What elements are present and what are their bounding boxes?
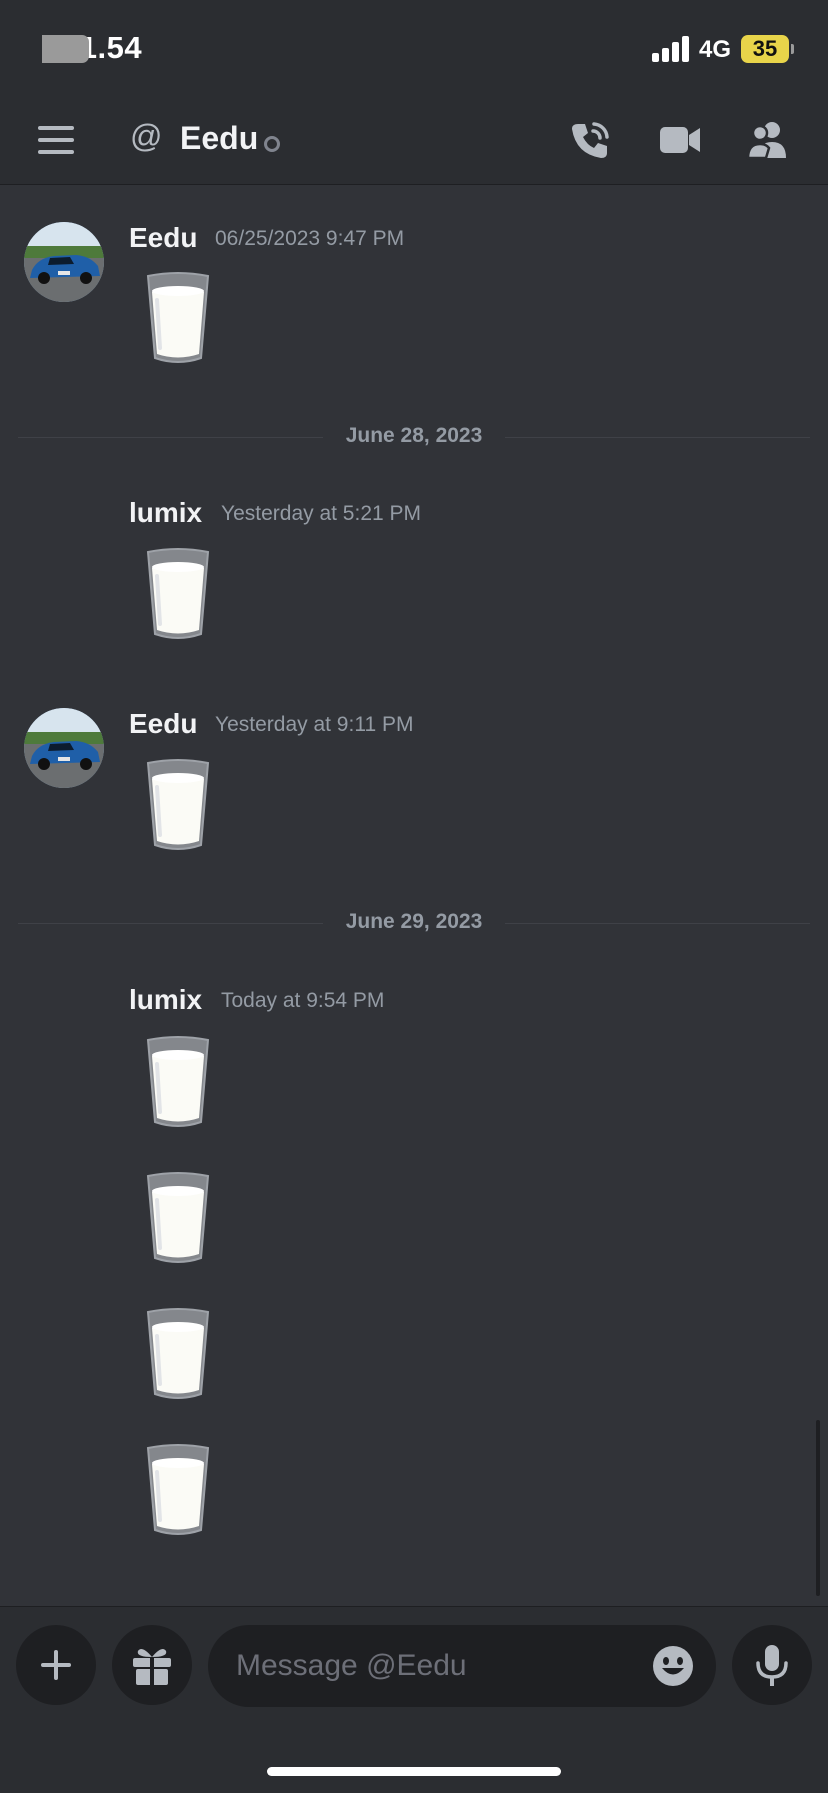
message-author[interactable]: lumix bbox=[129, 497, 202, 529]
milk-glass-emoji bbox=[143, 1170, 213, 1266]
video-icon[interactable] bbox=[658, 118, 702, 162]
date-divider-label: June 28, 2023 bbox=[345, 424, 483, 447]
message-input-placeholder: Message @Eedu bbox=[236, 1649, 467, 1682]
date-divider: June 28, 2023 bbox=[18, 424, 810, 447]
offline-status-icon bbox=[264, 136, 280, 152]
hamburger-icon[interactable] bbox=[38, 126, 74, 154]
battery-cap bbox=[791, 44, 794, 54]
message-timestamp: Yesterday at 5:21 PM bbox=[221, 502, 422, 525]
message-author[interactable]: Eedu bbox=[129, 708, 197, 740]
members-icon[interactable] bbox=[746, 118, 790, 162]
gift-icon bbox=[133, 1649, 171, 1685]
message-timestamp: 06/25/2023 9:47 PM bbox=[215, 227, 405, 250]
message-author[interactable]: lumix bbox=[129, 984, 202, 1016]
status-bar: 21.54 4G 35 bbox=[0, 0, 828, 96]
message-composer: Message @Eedu bbox=[0, 1606, 828, 1793]
plus-icon bbox=[41, 1650, 71, 1680]
milk-glass-emoji bbox=[143, 1306, 213, 1402]
milk-glass-emoji bbox=[143, 1034, 213, 1130]
dm-title[interactable]: Eedu bbox=[180, 120, 258, 157]
emoji-icon[interactable] bbox=[652, 1645, 694, 1687]
scrollbar-thumb[interactable] bbox=[816, 1420, 820, 1596]
signal-icon bbox=[652, 36, 692, 62]
microphone-icon bbox=[756, 1645, 788, 1686]
date-divider: June 29, 2023 bbox=[18, 910, 810, 933]
avatar[interactable] bbox=[24, 708, 104, 788]
call-icon[interactable] bbox=[568, 118, 612, 162]
battery-icon: 35 bbox=[741, 35, 789, 63]
milk-glass-emoji bbox=[143, 270, 213, 366]
plus-button[interactable] bbox=[16, 1625, 96, 1705]
message-timestamp: Yesterday at 9:11 PM bbox=[215, 713, 414, 736]
message-author[interactable]: Eedu bbox=[129, 222, 197, 254]
date-divider-label: June 29, 2023 bbox=[345, 910, 483, 933]
network-type: 4G bbox=[699, 36, 732, 63]
message-input[interactable]: Message @Eedu bbox=[208, 1625, 716, 1707]
gift-button[interactable] bbox=[112, 1625, 192, 1705]
home-indicator[interactable] bbox=[267, 1767, 561, 1776]
message-timestamp: Today at 9:54 PM bbox=[221, 989, 385, 1012]
at-icon: @ bbox=[130, 118, 163, 154]
voice-message-button[interactable] bbox=[732, 1625, 812, 1705]
avatar[interactable] bbox=[24, 222, 104, 302]
milk-glass-emoji bbox=[143, 757, 213, 853]
battery-level: 35 bbox=[752, 36, 778, 61]
milk-glass-emoji bbox=[143, 1442, 213, 1538]
battery-empty-area bbox=[42, 35, 89, 63]
channel-header: @ Eedu bbox=[0, 96, 828, 185]
milk-glass-emoji bbox=[143, 546, 213, 642]
